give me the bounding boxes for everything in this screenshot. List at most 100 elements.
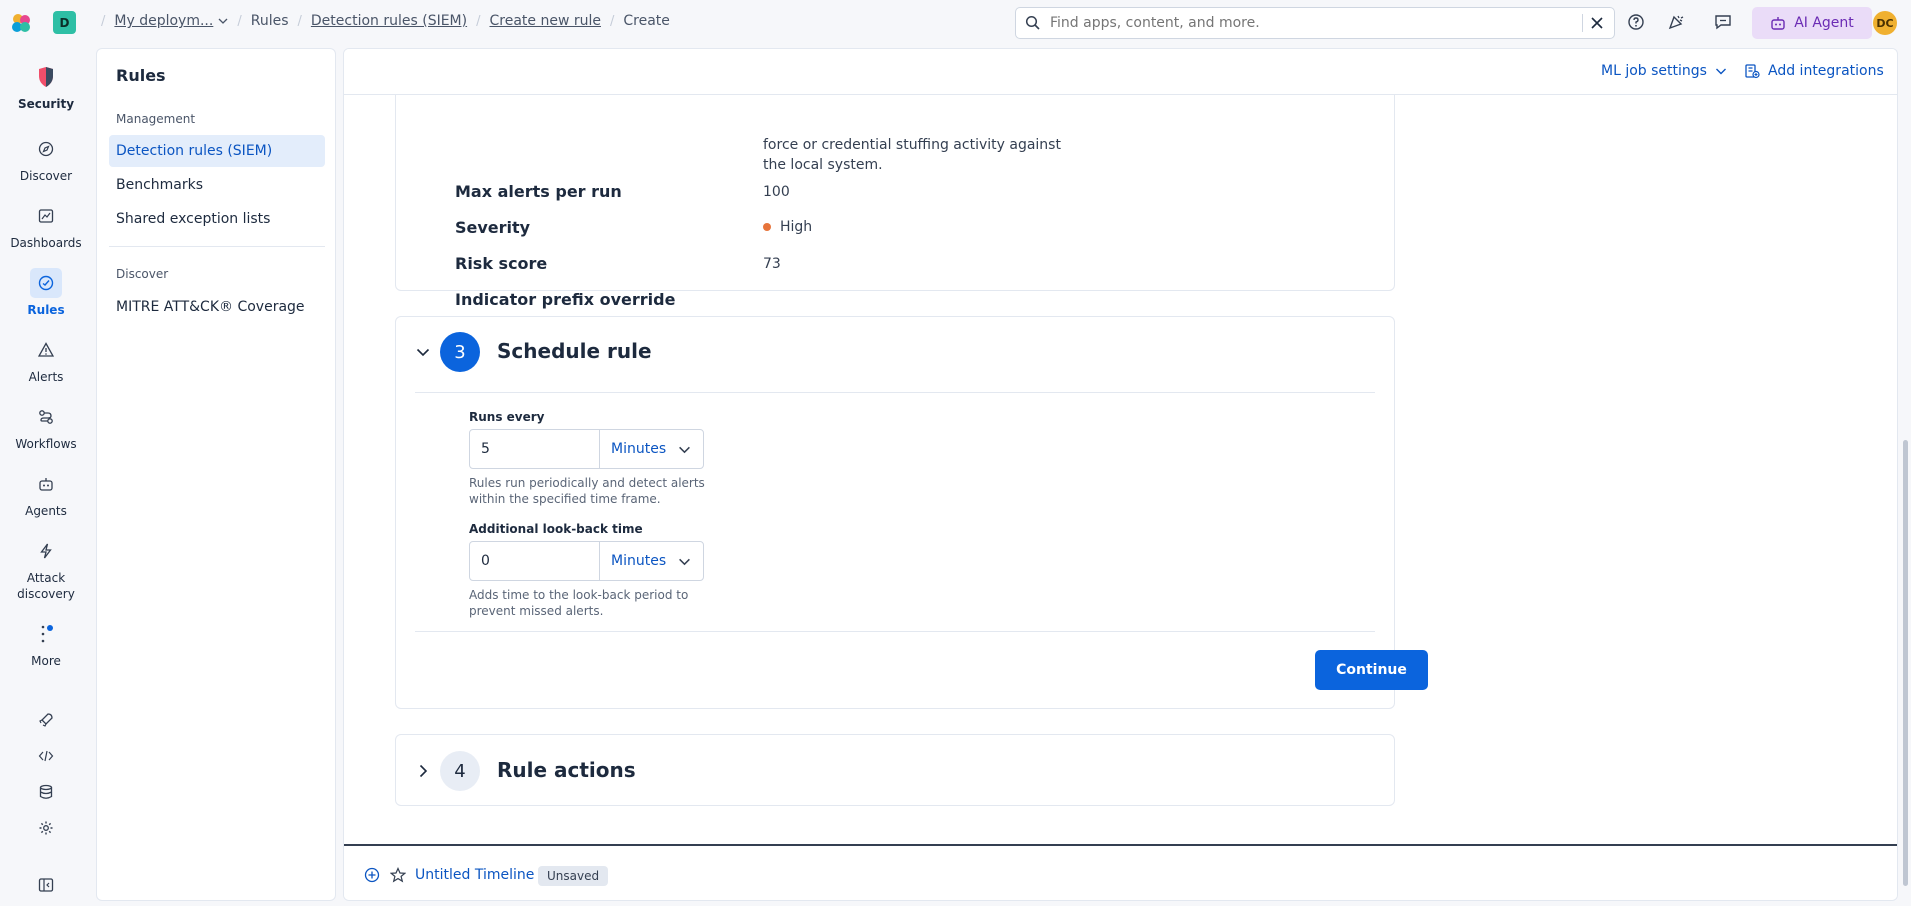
global-search[interactable]: [1015, 7, 1615, 39]
severity-dot-icon: [763, 223, 771, 231]
runs-every-input[interactable]: 5: [470, 430, 600, 468]
breadcrumb: / My deploym... / Rules / Detection rule…: [92, 13, 670, 29]
rules-icon: [30, 268, 62, 298]
severity-value: High: [763, 219, 812, 235]
nav-rules[interactable]: Rules: [0, 268, 92, 318]
breadcrumb-create-new-rule[interactable]: Create new rule: [489, 13, 601, 29]
sidebar-item-shared-exception-lists[interactable]: Shared exception lists: [109, 203, 325, 235]
search-icon: [1025, 15, 1040, 30]
lookback-unit-select[interactable]: Minutes: [600, 542, 703, 580]
robot-icon: [1771, 17, 1785, 30]
nav-label: Discover: [19, 169, 73, 183]
ai-agent-label: AI Agent: [1794, 15, 1854, 31]
nav-dashboards[interactable]: Dashboards: [0, 201, 92, 251]
chevron-down-icon[interactable]: [218, 16, 228, 26]
compass-icon: [30, 134, 62, 164]
sidebar-item-detection-rules[interactable]: Detection rules (SIEM): [109, 135, 325, 167]
card-divider: [415, 631, 1375, 632]
security-logo-icon: [30, 62, 62, 92]
severity-text: High: [780, 219, 813, 235]
step-title[interactable]: Rule actions: [497, 758, 636, 782]
breadcrumb-separator: /: [101, 13, 106, 29]
add-timeline-icon[interactable]: [364, 867, 380, 883]
sidebar-item-benchmarks[interactable]: Benchmarks: [109, 169, 325, 201]
max-alerts-label: Max alerts per run: [455, 182, 622, 201]
nav-label: Attack discovery: [17, 571, 75, 601]
search-divider: [1582, 14, 1583, 32]
scrollbar[interactable]: [1903, 440, 1908, 886]
step-number-badge: 4: [440, 751, 480, 791]
nav-label: Workflows: [15, 437, 77, 451]
more-icon: [30, 619, 62, 649]
add-integrations-label: Add integrations: [1768, 63, 1884, 79]
continue-button[interactable]: Continue: [1315, 650, 1428, 690]
lookback-input[interactable]: 0: [470, 542, 600, 580]
sidebar-item-mitre-coverage[interactable]: MITRE ATT&CK® Coverage: [109, 291, 325, 323]
ai-agent-button[interactable]: AI Agent: [1752, 7, 1872, 39]
nav-attack-discovery[interactable]: Attack discovery: [0, 536, 92, 602]
nav-security[interactable]: Security: [0, 62, 92, 112]
space-selector[interactable]: D: [53, 11, 76, 34]
add-integrations-button[interactable]: Add integrations: [1744, 63, 1884, 79]
nav-alerts[interactable]: Alerts: [0, 335, 92, 385]
timeline-title[interactable]: Untitled Timeline: [415, 867, 534, 883]
getting-started-icon[interactable]: [34, 708, 58, 732]
nav-agents[interactable]: Agents: [0, 469, 92, 519]
developer-tools-icon[interactable]: [34, 744, 58, 768]
rule-actions-card: 4 Rule actions: [395, 734, 1395, 806]
nav-discover[interactable]: Discover: [0, 134, 92, 184]
description-line: the local system.: [763, 157, 883, 173]
search-input[interactable]: [1050, 15, 1570, 31]
chevron-right-icon[interactable]: [415, 763, 431, 779]
star-icon[interactable]: [390, 867, 406, 883]
status-badge: Unsaved: [538, 866, 609, 886]
nav-label: Alerts: [28, 370, 64, 384]
breadcrumb-current: Create: [623, 13, 670, 29]
max-alerts-value: 100: [763, 184, 790, 200]
breadcrumb-separator: /: [609, 13, 615, 29]
ml-job-settings-button[interactable]: ML job settings: [1601, 63, 1727, 79]
group-discover-label: Discover: [116, 267, 169, 281]
runs-every-unit-value: Minutes: [611, 441, 667, 457]
runs-every-unit-select[interactable]: Minutes: [600, 430, 703, 468]
database-icon[interactable]: [34, 780, 58, 804]
gear-icon[interactable]: [34, 816, 58, 840]
description-line: force or credential stuffing activity ag…: [763, 137, 1061, 153]
collapse-nav-icon[interactable]: [34, 873, 58, 897]
runs-every-label: Runs every: [469, 410, 545, 424]
breadcrumb-rules[interactable]: Rules: [251, 13, 289, 29]
schedule-rule-card: 3 Schedule rule Runs every 5 Minutes Rul…: [395, 316, 1428, 709]
nav-label: More: [31, 654, 61, 668]
elastic-logo-icon[interactable]: [10, 12, 32, 34]
step-title[interactable]: Schedule rule: [497, 339, 652, 363]
primary-navigation: Security Discover Dashboards Rules Alert…: [0, 46, 92, 906]
card-divider: [415, 392, 1375, 393]
chevron-down-icon: [679, 446, 690, 453]
feedback-icon[interactable]: [1714, 13, 1732, 31]
breadcrumb-deployment[interactable]: My deploym...: [114, 13, 213, 29]
description-value: force or credential stuffing activity ag…: [763, 135, 1063, 175]
robot-icon: [30, 469, 62, 499]
chevron-down-icon[interactable]: [415, 344, 431, 360]
nav-workflows[interactable]: Workflows: [0, 402, 92, 452]
close-icon[interactable]: [1589, 15, 1605, 31]
indicator-prefix-label: Indicator prefix override: [455, 290, 676, 309]
risk-score-value: 73: [763, 256, 781, 272]
side-panel-title: Rules: [116, 66, 166, 85]
help-icon[interactable]: [1627, 13, 1645, 31]
news-feed-icon[interactable]: [1667, 13, 1685, 31]
severity-label: Severity: [455, 218, 531, 237]
warning-icon: [30, 335, 62, 365]
workflow-icon: [30, 402, 62, 432]
nav-label: Security: [17, 97, 75, 111]
runs-every-field: 5 Minutes: [469, 429, 704, 469]
integrations-icon: [1745, 64, 1760, 79]
nav-label: Dashboards: [10, 236, 82, 250]
breadcrumb-detection-rules[interactable]: Detection rules (SIEM): [311, 13, 467, 29]
top-bar: D / My deploym... / Rules / Detection ru…: [0, 0, 1911, 46]
nav-label: Agents: [25, 504, 67, 518]
avatar[interactable]: DC: [1873, 11, 1897, 35]
chevron-down-icon: [679, 558, 690, 565]
nav-more[interactable]: More: [0, 619, 92, 669]
bolt-icon: [30, 536, 62, 566]
